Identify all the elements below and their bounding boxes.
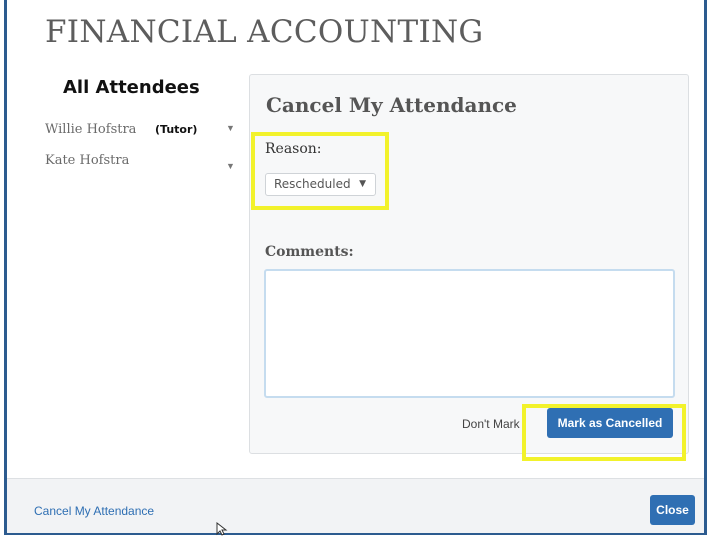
chevron-down-icon[interactable]: ▼ [226, 123, 235, 133]
attendee-item-willie[interactable]: Willie Hofstra (Tutor) ▼ [45, 122, 240, 142]
cancel-my-attendance-link[interactable]: Cancel My Attendance [34, 504, 154, 518]
dialog-title: FINANCIAL ACCOUNTING [45, 14, 484, 50]
attendee-name: Willie Hofstra [45, 122, 137, 137]
mouse-cursor-icon [216, 522, 228, 536]
dialog-footer: Cancel My Attendance Close [7, 478, 704, 533]
chevron-down-icon[interactable]: ▼ [226, 161, 235, 171]
comments-label: Comments: [265, 244, 354, 260]
dont-mark-link[interactable]: Don't Mark [462, 417, 520, 431]
panel-title: Cancel My Attendance [266, 93, 517, 117]
attendee-item-kate[interactable]: Kate Hofstra ▼ [45, 153, 240, 173]
attendees-heading: All Attendees [63, 77, 200, 98]
reason-highlight-box [251, 132, 389, 210]
mark-button-highlight-box [522, 404, 686, 461]
close-button[interactable]: Close [650, 495, 695, 525]
attendee-role-badge: (Tutor) [155, 123, 198, 136]
attendee-name: Kate Hofstra [45, 153, 130, 168]
comments-textarea[interactable] [264, 269, 675, 398]
cancel-attendance-panel: Cancel My Attendance Reason: Rescheduled… [249, 74, 689, 454]
